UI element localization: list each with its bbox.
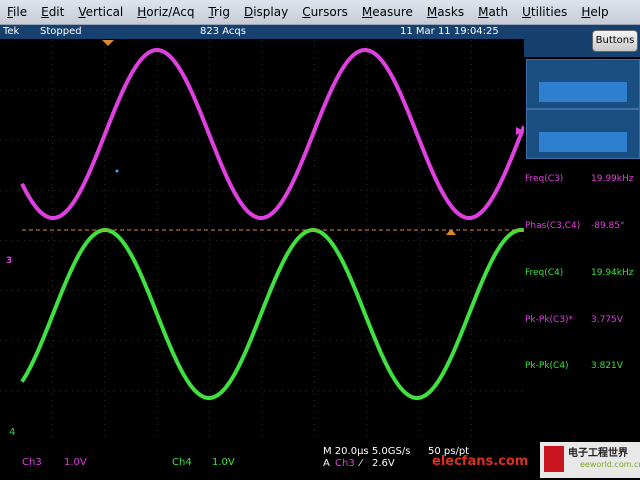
measurement-value: -89.85° [591, 221, 625, 231]
menu-bar: File Edit Vertical Horiz/Acq Trig Displa… [0, 0, 640, 25]
measurement-panel: Buttons Freq(C3) 19.99kHz Phas(C3,C4) -8… [524, 25, 640, 480]
ch3-ground-marker[interactable]: 3 [6, 256, 12, 266]
brand-label: Tek [3, 26, 20, 37]
measurement-label: Phas(C3,C4) [525, 221, 581, 231]
menu-measure[interactable]: Measure [355, 0, 420, 24]
measurement-label: Freq(C3) [525, 174, 564, 184]
horizontal-readout[interactable]: M 20.0µs 5.0GS/s [323, 446, 410, 457]
ch3-scale[interactable]: 1.0V [64, 457, 87, 468]
trigger-level[interactable]: 2.6V [372, 458, 395, 469]
watermark-overlay: elecfans.com [432, 454, 529, 469]
readout-box-1-field [539, 82, 627, 102]
menu-edit[interactable]: Edit [34, 0, 71, 24]
measurement-label: Pk-Pk(C4) [525, 361, 569, 371]
readout-box-1[interactable] [526, 59, 640, 109]
panel-header: Buttons [524, 25, 640, 57]
watermark-logo: 电子工程世界 eeworld.com.cn [540, 442, 640, 478]
measurement-pkpk-c3[interactable]: Pk-Pk(C3)* 3.775V [524, 315, 640, 329]
menu-vertical[interactable]: Vertical [71, 0, 130, 24]
ch3-label[interactable]: Ch3 [22, 457, 42, 468]
menu-cursors[interactable]: Cursors [295, 0, 355, 24]
menu-trig[interactable]: Trig [201, 0, 236, 24]
measurement-value: 3.821V [591, 361, 623, 371]
measurement-value: 19.94kHz [591, 268, 634, 278]
measurement-value: 19.99kHz [591, 174, 634, 184]
cursor-dot [115, 169, 119, 173]
measurement-pkpk-c4[interactable]: Pk-Pk(C4) 3.821V [524, 361, 640, 375]
measurement-label: Pk-Pk(C3)* [525, 315, 574, 325]
trigger-mode[interactable]: A [323, 458, 330, 469]
menu-utilities[interactable]: Utilities [515, 0, 574, 24]
ch4-ground-marker[interactable]: 4 [9, 427, 15, 438]
ch4-scale[interactable]: 1.0V [212, 457, 235, 468]
menu-display[interactable]: Display [237, 0, 295, 24]
measurement-freq-c4[interactable]: Freq(C4) 19.94kHz [524, 268, 640, 282]
readout-box-2[interactable] [526, 109, 640, 159]
status-bar: Tek Stopped 823 Acqs 11 Mar 11 19:04:25 [0, 25, 524, 39]
menu-horiz-acq[interactable]: Horiz/Acq [130, 0, 201, 24]
measurement-value: 3.775V [591, 315, 623, 325]
trigger-slope-icon: ⁄ [360, 458, 362, 469]
logo-badge-icon [544, 446, 564, 472]
waveform-display[interactable] [0, 40, 524, 441]
readout-box-2-field [539, 132, 627, 152]
acquisition-count: 823 Acqs [200, 26, 246, 37]
menu-masks[interactable]: Masks [420, 0, 471, 24]
buttons-button[interactable]: Buttons [592, 30, 638, 52]
run-state: Stopped [40, 26, 82, 37]
ch4-label[interactable]: Ch4 [172, 457, 192, 468]
timestamp: 11 Mar 11 19:04:25 [400, 26, 499, 37]
watermark-url: eeworld.com.cn [580, 460, 640, 469]
measurement-label: Freq(C4) [525, 268, 564, 278]
watermark-text: 电子工程世界 [568, 448, 628, 459]
measurement-freq-c3[interactable]: Freq(C3) 19.99kHz [524, 174, 640, 188]
menu-help[interactable]: Help [574, 0, 615, 24]
menu-file[interactable]: File [0, 0, 34, 24]
trigger-source[interactable]: Ch3 [335, 458, 355, 469]
menu-math[interactable]: Math [471, 0, 515, 24]
measurement-phase-c3-c4[interactable]: Phas(C3,C4) -89.85° [524, 221, 640, 235]
